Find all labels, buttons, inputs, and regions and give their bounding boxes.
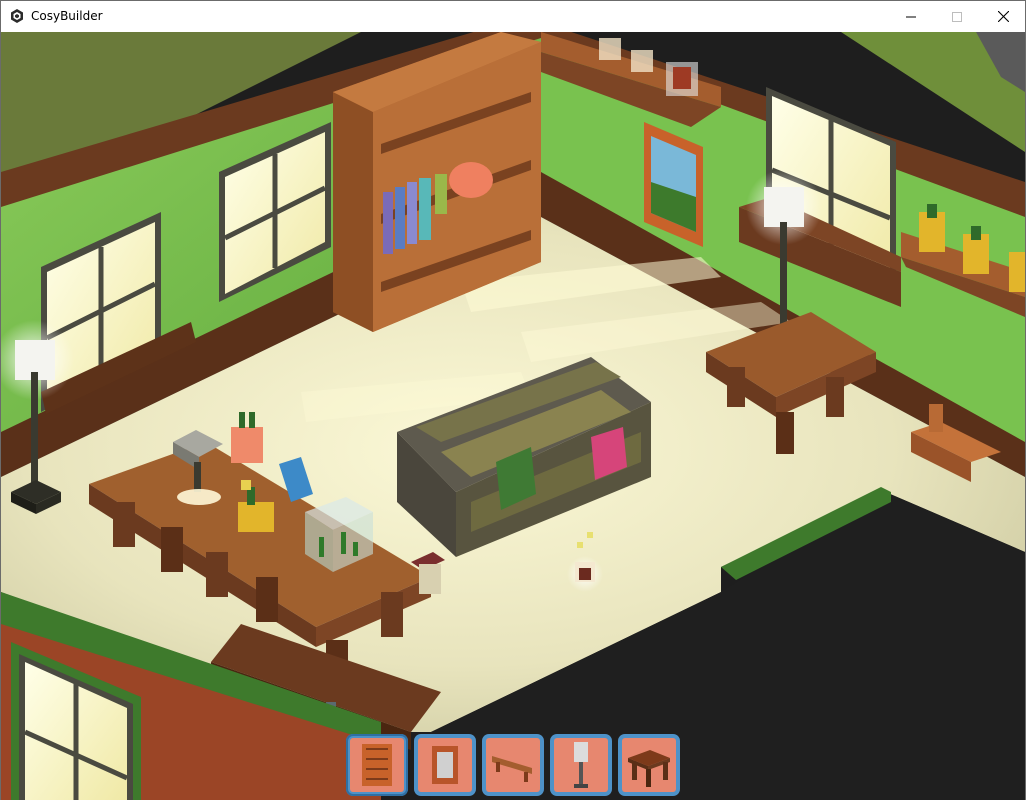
- hotbar-slot-bookshelf[interactable]: [346, 734, 408, 796]
- maximize-button[interactable]: [934, 1, 980, 32]
- build-hotbar: [346, 734, 684, 800]
- app-window: CosyBuilder: [0, 0, 1026, 800]
- close-icon: [997, 11, 1009, 22]
- title-bar[interactable]: CosyBuilder: [1, 1, 1025, 32]
- hotbar-slot-side-table[interactable]: [618, 734, 680, 796]
- hotbar-slot-floor-lamp[interactable]: [550, 734, 612, 796]
- game-viewport[interactable]: [1, 32, 1025, 800]
- close-button[interactable]: [980, 1, 1026, 32]
- maximize-icon: [952, 11, 962, 22]
- cube-icon: [10, 9, 24, 23]
- hotbar-slot-picture-frame[interactable]: [414, 734, 476, 796]
- bookshelf-icon: [362, 744, 392, 786]
- side-table-icon: [628, 750, 670, 787]
- wall-shelf-icon: [492, 756, 532, 782]
- room-scene[interactable]: [1, 32, 1025, 800]
- minimize-icon: [906, 16, 916, 17]
- window-title: CosyBuilder: [31, 9, 103, 23]
- minimize-button[interactable]: [888, 1, 934, 32]
- hotbar-slot-wall-shelf[interactable]: [482, 734, 544, 796]
- floor-lamp-icon: [574, 742, 588, 788]
- picture-frame-icon: [432, 746, 458, 784]
